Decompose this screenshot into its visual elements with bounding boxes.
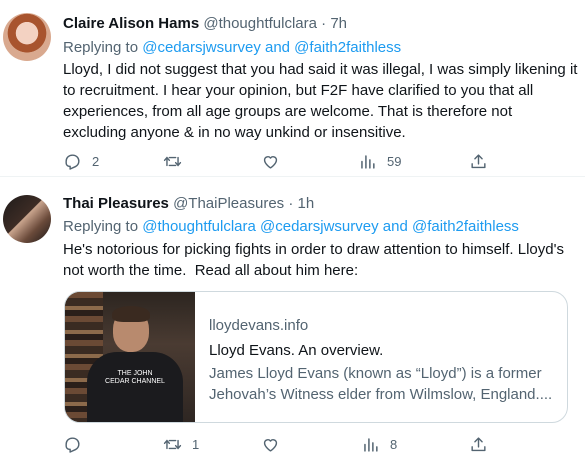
- tweet-time[interactable]: · 1h: [288, 195, 314, 212]
- shirt-text: THE JOHN CEDAR CHANNEL: [105, 370, 165, 385]
- link-card-title: Lloyd Evans. An overview.: [209, 342, 384, 359]
- replying-to-label: Replying to: [63, 218, 143, 235]
- tweet-text: He's notorious for picking fights in ord…: [63, 241, 569, 279]
- share-icon: [471, 154, 486, 169]
- link-card-domain: lloydevans.info: [209, 317, 309, 334]
- views-button[interactable]: 59: [358, 152, 401, 171]
- tweet-time[interactable]: · 7h: [321, 15, 347, 32]
- replying-to: Replying to @cedarsjwsurvey and @faith2f…: [63, 38, 401, 58]
- retweet-count: 1: [192, 437, 200, 452]
- author-name[interactable]: Claire Alison Hams: [63, 15, 199, 32]
- link-card-description-line1: James Lloyd Evans (known as “Lloyd”) is …: [209, 365, 542, 382]
- tweet-actions: 1 8: [63, 435, 503, 455]
- author-handle[interactable]: @ThaiPleasures: [173, 195, 284, 212]
- link-card-description-line2: Jehovah’s Witness elder from Wilmslow, E…: [209, 386, 553, 403]
- share-icon: [471, 437, 486, 452]
- replying-to-mentions[interactable]: @thoughtfulclara @cedarsjwsurvey and @fa…: [142, 218, 519, 235]
- reply-button[interactable]: 2: [63, 152, 99, 171]
- share-button[interactable]: [469, 435, 488, 454]
- views-button[interactable]: 8: [361, 435, 397, 454]
- views-count: 8: [390, 437, 398, 452]
- person-body-image: [87, 352, 183, 422]
- retweet-button[interactable]: 1: [163, 435, 199, 454]
- tweet[interactable]: Thai Pleasures @ThaiPleasures · 1h Reply…: [0, 178, 585, 474]
- person-hair-image: [112, 306, 150, 322]
- retweet-icon: [163, 156, 182, 167]
- author-name[interactable]: Thai Pleasures: [63, 195, 169, 212]
- tweet-actions: 2 59: [63, 152, 503, 172]
- tweet[interactable]: Claire Alison Hams @thoughtfulclara · 7h…: [0, 0, 585, 177]
- like-button[interactable]: [261, 435, 290, 454]
- share-button[interactable]: [469, 152, 488, 171]
- like-button[interactable]: [261, 152, 290, 171]
- replying-to: Replying to @thoughtfulclara @cedarsjwsu…: [63, 217, 519, 237]
- tweet-text: Lloyd, I did not suggest that you had sa…: [63, 61, 582, 141]
- link-card[interactable]: THE JOHN CEDAR CHANNEL lloydevans.info L…: [64, 291, 568, 423]
- reply-icon: [65, 154, 80, 170]
- avatar[interactable]: [3, 13, 51, 61]
- retweet-icon: [163, 439, 182, 450]
- tweet-header: Thai Pleasures @ThaiPleasures · 1h: [63, 194, 314, 214]
- like-icon: [263, 156, 278, 169]
- like-icon: [263, 439, 278, 452]
- avatar[interactable]: [3, 195, 51, 243]
- reply-button[interactable]: [63, 435, 92, 454]
- views-count: 59: [387, 154, 402, 169]
- reply-icon: [65, 437, 80, 453]
- reply-count: 2: [92, 154, 100, 169]
- views-icon: [361, 155, 375, 169]
- tweet-header: Claire Alison Hams @thoughtfulclara · 7h: [63, 14, 347, 34]
- link-card-thumbnail: THE JOHN CEDAR CHANNEL: [65, 292, 195, 422]
- retweet-button[interactable]: [163, 152, 192, 171]
- views-icon: [364, 438, 378, 452]
- replying-to-label: Replying to: [63, 39, 143, 56]
- link-card-text: lloydevans.info Lloyd Evans. An overview…: [209, 316, 559, 405]
- replying-to-mentions[interactable]: @cedarsjwsurvey and @faith2faithless: [142, 39, 401, 56]
- author-handle[interactable]: @thoughtfulclara: [203, 15, 317, 32]
